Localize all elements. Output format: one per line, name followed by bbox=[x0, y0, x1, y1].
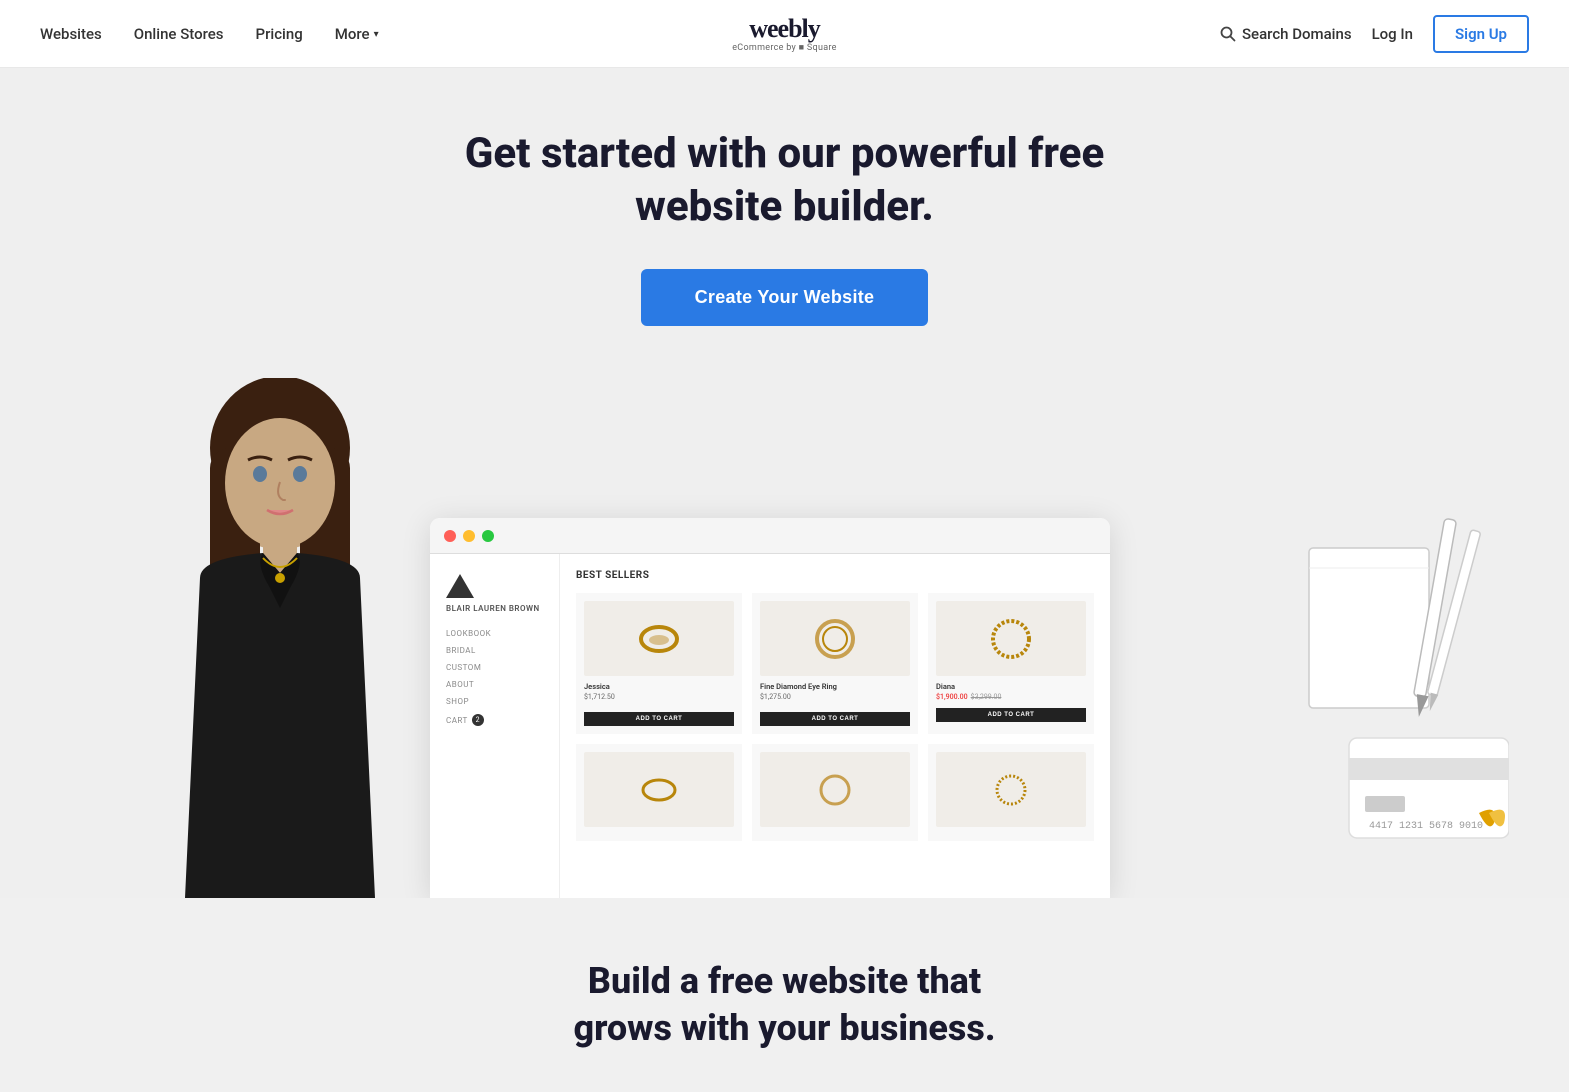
browser-dot-maximize bbox=[482, 530, 494, 542]
site-logo[interactable]: weebly eCommerce by ■ Square bbox=[732, 14, 837, 53]
triangle-icon bbox=[446, 574, 474, 598]
product-orig-price: $3,299.00 bbox=[971, 693, 1002, 701]
navbar: Websites Online Stores Pricing More ▾ we… bbox=[0, 0, 1569, 68]
decoration-illustration: 4417 1231 5678 9010 bbox=[1289, 518, 1509, 868]
browser-dot-close bbox=[444, 530, 456, 542]
product-price: $1,712.50 bbox=[584, 693, 734, 701]
hero-section: Get started with our powerful free websi… bbox=[0, 68, 1569, 898]
browser-mockup: BLAIR LAUREN BROWN LOOKBOOK BRIDAL CUSTO… bbox=[430, 518, 1110, 898]
product-card: Diana $1,900.00 $3,299.00 ADD TO CART bbox=[928, 593, 1094, 734]
add-to-cart-button[interactable]: ADD TO CART bbox=[760, 712, 910, 726]
bottom-section: Build a free website that grows with you… bbox=[0, 898, 1569, 1092]
logo-subtext: eCommerce by ■ Square bbox=[732, 42, 837, 53]
product-card bbox=[752, 744, 918, 841]
chevron-down-icon: ▾ bbox=[374, 29, 379, 40]
product-name: Diana bbox=[936, 682, 1086, 691]
product-price: $1,275.00 bbox=[760, 693, 910, 701]
logo-wordmark: weebly bbox=[732, 14, 837, 44]
product-card bbox=[928, 744, 1094, 841]
nav-left: Websites Online Stores Pricing More ▾ bbox=[40, 25, 379, 43]
sidebar-nav-bridal[interactable]: BRIDAL bbox=[446, 646, 543, 655]
site-brand-name: BLAIR LAUREN BROWN bbox=[446, 604, 543, 613]
hero-headline: Get started with our powerful free websi… bbox=[465, 128, 1104, 233]
add-to-cart-button[interactable]: ADD TO CART bbox=[584, 712, 734, 726]
product-image bbox=[760, 601, 910, 676]
product-name: Fine Diamond Eye Ring bbox=[760, 682, 910, 691]
product-name: Jessica bbox=[584, 682, 734, 691]
product-pricing: $1,900.00 $3,299.00 bbox=[936, 693, 1086, 701]
product-card: Fine Diamond Eye Ring $1,275.00 ADD TO C… bbox=[752, 593, 918, 734]
browser-dot-minimize bbox=[463, 530, 475, 542]
bottom-headline: Build a free website that grows with you… bbox=[0, 958, 1569, 1052]
nav-link-websites[interactable]: Websites bbox=[40, 25, 102, 43]
search-icon bbox=[1220, 26, 1236, 42]
product-grid-row2 bbox=[576, 744, 1094, 841]
product-image bbox=[760, 752, 910, 827]
add-to-cart-button[interactable]: ADD TO CART bbox=[936, 708, 1086, 722]
product-card bbox=[576, 744, 742, 841]
cart-badge: 2 bbox=[472, 714, 484, 726]
product-card: Jessica $1,712.50 ADD TO CART bbox=[576, 593, 742, 734]
product-image bbox=[584, 752, 734, 827]
login-button[interactable]: Log In bbox=[1372, 25, 1413, 43]
sidebar-nav-custom[interactable]: CUSTOM bbox=[446, 663, 543, 672]
browser-sidebar: BLAIR LAUREN BROWN LOOKBOOK BRIDAL CUSTO… bbox=[430, 554, 560, 898]
signup-button[interactable]: Sign Up bbox=[1433, 15, 1529, 53]
nav-link-more[interactable]: More ▾ bbox=[335, 25, 379, 43]
sidebar-nav-lookbook[interactable]: LOOKBOOK bbox=[446, 629, 543, 638]
section-title: BEST SELLERS bbox=[576, 570, 1094, 581]
sidebar-nav-about[interactable]: ABOUT bbox=[446, 680, 543, 689]
sidebar-nav-shop[interactable]: SHOP bbox=[446, 697, 543, 706]
nav-right: Search Domains Log In Sign Up bbox=[1220, 15, 1529, 53]
browser-content: BLAIR LAUREN BROWN LOOKBOOK BRIDAL CUSTO… bbox=[430, 554, 1110, 898]
sidebar-nav-cart[interactable]: CART 2 bbox=[446, 714, 543, 726]
person-image bbox=[120, 378, 440, 898]
product-image bbox=[584, 601, 734, 676]
nav-link-pricing[interactable]: Pricing bbox=[256, 25, 303, 43]
product-grid: Jessica $1,712.50 ADD TO CART Fine Diamo… bbox=[576, 593, 1094, 734]
browser-bar bbox=[430, 518, 1110, 554]
create-website-button[interactable]: Create Your Website bbox=[641, 269, 929, 326]
search-domains-label: Search Domains bbox=[1242, 25, 1352, 43]
svg-text:4417 1231 5678 9010: 4417 1231 5678 9010 bbox=[1369, 821, 1483, 832]
product-image bbox=[936, 601, 1086, 676]
browser-main: BEST SELLERS Jessica $1,712.50 ADD TO CA… bbox=[560, 554, 1110, 898]
product-image bbox=[936, 752, 1086, 827]
site-brand-logo: BLAIR LAUREN BROWN bbox=[446, 574, 543, 613]
product-sale-price: $1,900.00 bbox=[936, 693, 968, 701]
search-domains-link[interactable]: Search Domains bbox=[1220, 25, 1352, 43]
nav-link-online-stores[interactable]: Online Stores bbox=[134, 25, 224, 43]
